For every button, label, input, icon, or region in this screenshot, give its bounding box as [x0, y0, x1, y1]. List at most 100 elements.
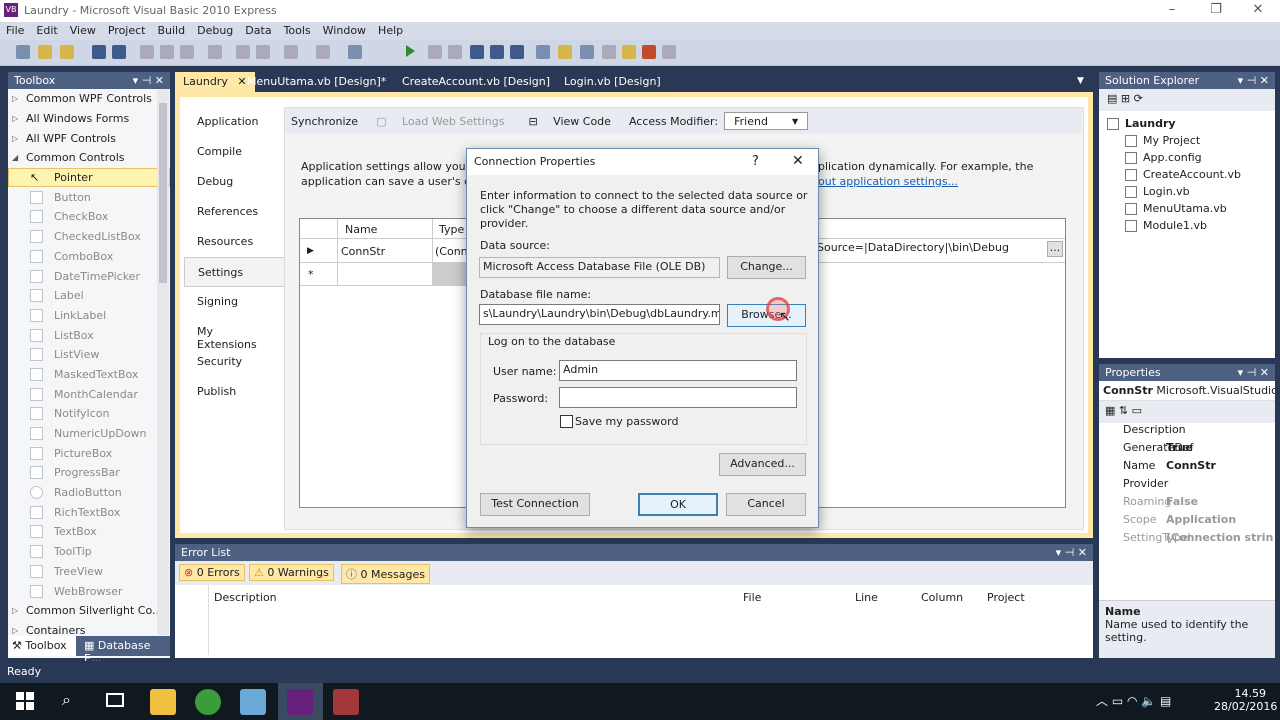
load-web-settings-button[interactable]: ▢ Load Web Settings — [364, 115, 516, 128]
menu-file[interactable]: File — [0, 22, 30, 40]
col-description[interactable]: Description — [214, 591, 277, 604]
pin-icon[interactable]: ▾ ⊣ ✕ — [133, 74, 164, 87]
property-row[interactable]: Description — [1099, 423, 1275, 441]
toolbox-item[interactable]: NumericUpDown — [8, 424, 170, 444]
toolbox-icon[interactable] — [622, 45, 636, 59]
errors-toggle[interactable]: ⊗ 0 Errors — [179, 564, 245, 581]
toolbox-group[interactable]: ▷ Common WPF Controls — [8, 89, 170, 109]
col-project[interactable]: Project — [987, 591, 1025, 604]
menu-build[interactable]: Build — [151, 22, 191, 40]
tab-signing[interactable]: Signing — [184, 287, 284, 317]
toolbox-item[interactable]: ComboBox — [8, 247, 170, 267]
stop-icon[interactable] — [448, 45, 462, 59]
toolbox-item[interactable]: ListBox — [8, 325, 170, 345]
toolbox-item-pointer[interactable]: ↖ Pointer — [8, 167, 170, 188]
tab-menuutama[interactable]: MenuUtama.vb [Design]* — [239, 72, 394, 92]
toolbox-item[interactable]: CheckBox — [8, 207, 170, 227]
password-input[interactable] — [559, 387, 797, 408]
start-debugging-icon[interactable] — [406, 45, 415, 57]
new-project-icon[interactable] — [16, 45, 30, 59]
project-root[interactable]: Laundry — [1107, 115, 1267, 132]
setting-type-cell[interactable]: (Conn — [435, 245, 468, 258]
tab-createaccount[interactable]: CreateAccount.vb [Design] — [394, 72, 558, 92]
toolbox-item[interactable]: RadioButton — [8, 483, 170, 503]
toolbox-group[interactable]: ▷ Common Silverlight Co... — [8, 601, 170, 621]
access-modifier-select[interactable]: Friend ▼ — [724, 112, 809, 130]
comment-icon[interactable] — [236, 45, 250, 59]
toolbox-item[interactable]: CheckedListBox — [8, 227, 170, 247]
object-selector[interactable]: ConnStr Microsoft.VisualStudio — [1099, 381, 1275, 401]
tab-settings[interactable]: Settings — [184, 257, 284, 287]
tab-toolbox[interactable]: ⚒ Toolbox — [8, 636, 76, 656]
step-out-icon[interactable] — [510, 45, 524, 59]
start-page-icon[interactable] — [642, 45, 656, 59]
toolbox-item[interactable]: MaskedTextBox — [8, 365, 170, 385]
cancel-button[interactable]: Cancel — [726, 493, 806, 516]
maximize-button[interactable]: ❐ — [1196, 2, 1236, 20]
menu-data[interactable]: Data — [239, 22, 277, 40]
toolbox-group[interactable]: ◢ Common Controls — [8, 148, 170, 168]
col-line[interactable]: Line — [855, 591, 878, 604]
notepad-icon[interactable] — [240, 689, 266, 715]
copy-icon[interactable] — [160, 45, 174, 59]
paste-icon[interactable] — [180, 45, 194, 59]
tree-item[interactable]: My Project — [1107, 132, 1267, 149]
alphabetical-icon[interactable]: ⇅ — [1119, 404, 1132, 417]
navigate-icon[interactable] — [348, 45, 362, 59]
tab-my-extensions[interactable]: My Extensions — [184, 317, 284, 351]
toolbox-item[interactable]: Button — [8, 187, 170, 207]
view-code-button[interactable]: ⊟ View Code — [516, 115, 622, 128]
tab-dropdown-icon[interactable]: ▼ — [1077, 76, 1084, 86]
properties-icon[interactable]: ▤ — [1107, 92, 1121, 105]
pin-icon[interactable]: ▾ ⊣ ✕ — [1238, 74, 1269, 87]
database-file-input[interactable]: s\Laundry\Laundry\bin\Debug\dbLaundry.md… — [479, 304, 720, 325]
system-tray-icons[interactable]: ︿ ▭ ◠ 🔈 ▤ — [1096, 692, 1171, 709]
save-all-icon[interactable] — [112, 45, 126, 59]
properties-icon[interactable] — [580, 45, 594, 59]
type-new-cell[interactable] — [432, 263, 466, 285]
property-row[interactable]: Roaming False — [1099, 495, 1275, 513]
tab-references[interactable]: References — [184, 197, 284, 227]
pause-icon[interactable] — [428, 45, 442, 59]
tree-item[interactable]: MenuUtama.vb — [1107, 200, 1267, 217]
toolbox-item[interactable]: WebBrowser — [8, 581, 170, 601]
step-over-icon[interactable] — [490, 45, 504, 59]
tree-item[interactable]: Login.vb — [1107, 183, 1267, 200]
messages-toggle[interactable]: ⓘ 0 Messages — [341, 564, 430, 584]
setting-name-cell[interactable]: ConnStr — [341, 245, 385, 258]
property-row[interactable]: Name ConnStr — [1099, 459, 1275, 477]
visual-basic-taskbar-icon[interactable] — [287, 689, 313, 715]
redo-icon[interactable] — [316, 45, 330, 59]
pin-icon[interactable]: ▾ ⊣ ✕ — [1238, 366, 1269, 379]
pin-icon[interactable]: ▾ ⊣ ✕ — [1056, 546, 1087, 559]
property-row[interactable]: SettingTypeI (Connection strin — [1099, 531, 1275, 549]
save-icon[interactable] — [92, 45, 106, 59]
toolbox-item[interactable]: TextBox — [8, 522, 170, 542]
menu-view[interactable]: View — [64, 22, 102, 40]
toolbox-scrollbar[interactable] — [157, 89, 169, 635]
tab-application[interactable]: Application — [184, 107, 284, 137]
menu-help[interactable]: Help — [372, 22, 409, 40]
warnings-toggle[interactable]: ⚠ 0 Warnings — [249, 564, 334, 581]
tree-item[interactable]: App.config — [1107, 149, 1267, 166]
access-icon[interactable] — [333, 689, 359, 715]
tab-login[interactable]: Login.vb [Design] — [556, 72, 669, 92]
clock[interactable]: 14.59 28/02/2016 — [1214, 687, 1277, 713]
extension-icon[interactable] — [662, 45, 676, 59]
menu-tools[interactable]: Tools — [278, 22, 317, 40]
tab-debug[interactable]: Debug — [184, 167, 284, 197]
step-into-icon[interactable] — [470, 45, 484, 59]
task-view-icon[interactable] — [106, 693, 124, 707]
toolbox-item[interactable]: LinkLabel — [8, 306, 170, 326]
uncomment-icon[interactable] — [256, 45, 270, 59]
toolbox-group[interactable]: ▷ All WPF Controls — [8, 128, 170, 148]
menu-project[interactable]: Project — [102, 22, 152, 40]
menu-window[interactable]: Window — [317, 22, 372, 40]
value-ellipsis-button[interactable]: ... — [1047, 241, 1063, 257]
cut-icon[interactable] — [140, 45, 154, 59]
toolbox-item[interactable]: ProgressBar — [8, 463, 170, 483]
undo-icon[interactable] — [284, 45, 298, 59]
find-icon[interactable] — [536, 45, 550, 59]
menu-edit[interactable]: Edit — [30, 22, 63, 40]
tab-security[interactable]: Security — [184, 347, 284, 377]
